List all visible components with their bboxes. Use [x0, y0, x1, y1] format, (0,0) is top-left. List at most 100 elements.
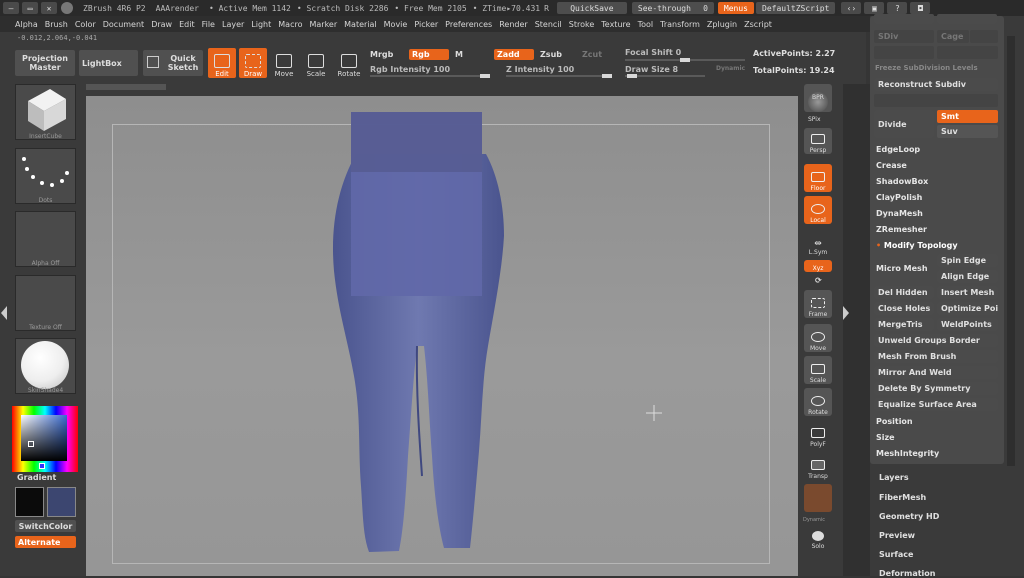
- menu-texture[interactable]: Texture: [601, 20, 630, 29]
- suv-toggle[interactable]: Suv: [937, 125, 998, 138]
- zsub-button[interactable]: Zsub: [540, 50, 562, 59]
- bpr-button[interactable]: BPR: [804, 84, 832, 112]
- edgeloop-section[interactable]: EdgeLoop: [876, 145, 920, 154]
- move-view-button[interactable]: Move: [804, 324, 832, 352]
- reconstruct-subdiv-button[interactable]: Reconstruct Subdiv: [874, 78, 998, 91]
- xyz-button[interactable]: Xyz: [804, 260, 832, 272]
- zremesher-section[interactable]: ZRemesher: [876, 225, 927, 234]
- freeze-subdivision-button[interactable]: Freeze SubDivision Levels: [875, 64, 978, 72]
- right-tray-arrow-icon[interactable]: [843, 306, 849, 320]
- menu-zscript[interactable]: Zscript: [744, 20, 772, 29]
- palette-scrollbar[interactable]: [1007, 36, 1015, 466]
- surface-subpalette[interactable]: Surface: [879, 550, 913, 559]
- micro-mesh-button[interactable]: Micro Mesh: [876, 264, 928, 273]
- divide-button[interactable]: Divide: [874, 110, 934, 138]
- align-edge-button[interactable]: Align Edge: [937, 270, 998, 283]
- polyf-button[interactable]: PolyF: [804, 420, 832, 448]
- pants-mesh[interactable]: [86, 96, 798, 576]
- fibermesh-subpalette[interactable]: FiberMesh: [879, 493, 926, 502]
- lock-icon[interactable]: ◘: [910, 2, 931, 14]
- sdiv-slider[interactable]: SDiv: [874, 30, 934, 43]
- smt-toggle[interactable]: Smt: [937, 110, 998, 123]
- delete-by-symmetry-button[interactable]: Delete By Symmetry: [874, 382, 998, 395]
- transp-button[interactable]: Transp: [804, 452, 832, 480]
- menu-edit[interactable]: Edit: [179, 20, 195, 29]
- convert-bpr-button[interactable]: [874, 94, 998, 107]
- menu-preferences[interactable]: Preferences: [445, 20, 492, 29]
- switch-color-button[interactable]: SwitchColor: [15, 520, 76, 532]
- zcut-button[interactable]: Zcut: [582, 50, 602, 59]
- menu-light[interactable]: Light: [251, 20, 271, 29]
- rgb-intensity-slider[interactable]: Rgb Intensity 100: [370, 65, 450, 74]
- material-thumbnail[interactable]: SkinShade4: [15, 338, 76, 394]
- left-tray-arrow-icon[interactable]: [1, 306, 7, 320]
- z-intensity-slider[interactable]: Z Intensity 100: [506, 65, 574, 74]
- z-intensity-track[interactable]: [506, 74, 612, 78]
- optimize-points-button[interactable]: Optimize Points: [937, 302, 998, 315]
- document-canvas[interactable]: [86, 96, 798, 576]
- local-button[interactable]: Local: [804, 196, 832, 224]
- color-square[interactable]: [21, 415, 67, 461]
- shadowbox-section[interactable]: ShadowBox: [876, 177, 928, 186]
- lsym-button[interactable]: ⇹ L.Sym: [804, 232, 832, 256]
- scale-mode-button[interactable]: Scale: [302, 48, 330, 78]
- window-icon[interactable]: ▣: [864, 2, 885, 14]
- size-section[interactable]: Size: [876, 433, 895, 442]
- close-holes-button[interactable]: Close Holes: [874, 302, 934, 315]
- menu-color[interactable]: Color: [75, 20, 96, 29]
- menu-tool[interactable]: Tool: [638, 20, 654, 29]
- see-through-slider[interactable]: See-through 0: [631, 2, 714, 14]
- edit-mode-button[interactable]: Edit: [208, 48, 236, 78]
- menu-render[interactable]: Render: [499, 20, 527, 29]
- minimize-icon[interactable]: —: [3, 2, 19, 14]
- spin-edge-button[interactable]: Spin Edge: [937, 254, 998, 267]
- menu-draw[interactable]: Draw: [151, 20, 172, 29]
- solo-button[interactable]: Solo: [804, 522, 832, 550]
- lower-res-button[interactable]: [874, 46, 934, 59]
- menu-layer[interactable]: Layer: [222, 20, 244, 29]
- preview-subpalette[interactable]: Preview: [879, 531, 915, 540]
- mesh-integrity-section[interactable]: MeshIntegrity: [876, 449, 939, 458]
- ghost-button[interactable]: [804, 484, 832, 512]
- menu-macro[interactable]: Macro: [278, 20, 302, 29]
- m-button[interactable]: M: [455, 50, 463, 59]
- move-mode-button[interactable]: Move: [270, 48, 298, 78]
- mergetris-button[interactable]: MergeTris: [874, 318, 934, 331]
- menus-button[interactable]: Menus: [717, 2, 754, 14]
- secondary-color-swatch[interactable]: [47, 487, 76, 517]
- menu-stroke[interactable]: Stroke: [569, 20, 595, 29]
- position-section[interactable]: Position: [876, 417, 913, 426]
- floor-button[interactable]: Floor: [804, 164, 832, 192]
- close-icon[interactable]: ✕: [41, 2, 57, 14]
- cage-button[interactable]: Cage: [937, 30, 969, 43]
- restore-icon[interactable]: ▭: [22, 2, 38, 14]
- alternate-button[interactable]: Alternate: [15, 536, 76, 548]
- menu-material[interactable]: Material: [344, 20, 377, 29]
- crease-section[interactable]: Crease: [876, 161, 907, 170]
- insert-mesh-button[interactable]: Insert Mesh: [937, 286, 998, 299]
- higher-res-button[interactable]: [937, 46, 998, 59]
- mirror-and-weld-button[interactable]: Mirror And Weld: [874, 366, 998, 379]
- dynamesh-section[interactable]: DynaMesh: [876, 209, 923, 218]
- mrgb-button[interactable]: Mrgb: [370, 50, 393, 59]
- menu-zplugin[interactable]: Zplugin: [707, 20, 737, 29]
- color-picker[interactable]: [12, 406, 78, 472]
- draw-size-slider[interactable]: Draw Size 8: [625, 65, 678, 74]
- projection-master-button[interactable]: Projection Master: [15, 50, 75, 76]
- claypolish-section[interactable]: ClayPolish: [876, 193, 922, 202]
- deformation-subpalette[interactable]: Deformation: [879, 569, 935, 578]
- help-icon[interactable]: ?: [887, 2, 908, 14]
- draw-size-track[interactable]: [625, 74, 705, 78]
- menu-picker[interactable]: Picker: [414, 20, 438, 29]
- layout-arrows-icon[interactable]: ‹›: [841, 2, 862, 14]
- unweld-groups-border-button[interactable]: Unweld Groups Border: [874, 334, 998, 347]
- focal-shift-slider[interactable]: Focal Shift 0: [625, 48, 681, 57]
- canvas-scroll-handle[interactable]: [86, 84, 166, 90]
- prev-level-button[interactable]: [874, 14, 934, 24]
- next-level-button[interactable]: [937, 14, 997, 24]
- layers-subpalette[interactable]: Layers: [879, 473, 909, 482]
- rstr-button[interactable]: [970, 30, 998, 43]
- menu-transform[interactable]: Transform: [660, 20, 700, 29]
- rgb-intensity-track[interactable]: [370, 74, 490, 78]
- geometry-hd-subpalette[interactable]: Geometry HD: [879, 512, 939, 521]
